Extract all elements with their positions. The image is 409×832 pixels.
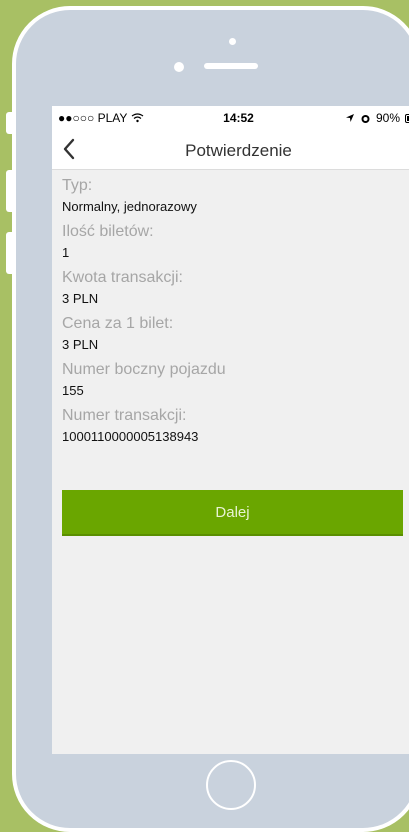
alarm-clock-icon <box>361 114 370 123</box>
earpiece-speaker <box>204 63 258 69</box>
phone-frame: ●●○○○ PLAY 14:52 90% Potwierdzenie Typ: … <box>12 6 409 832</box>
status-bar: ●●○○○ PLAY 14:52 90% <box>52 106 409 130</box>
location-arrow-icon <box>345 114 354 122</box>
navigation-bar: Potwierdzenie <box>52 130 409 170</box>
mute-switch <box>6 112 12 134</box>
field-type: Typ: Normalny, jednorazowy <box>62 176 402 222</box>
field-value: 1 <box>62 245 70 260</box>
volume-up-button <box>6 170 12 212</box>
field-label: Numer transakcji: <box>62 407 187 424</box>
field-ticket-count: Ilość biletów: 1 <box>62 222 402 268</box>
transaction-details: Typ: Normalny, jednorazowy Ilość biletów… <box>62 176 402 452</box>
page-title: Potwierdzenie <box>185 141 292 160</box>
battery-icon <box>405 113 409 123</box>
screen: ●●○○○ PLAY 14:52 90% Potwierdzenie Typ: … <box>52 106 409 754</box>
battery-percent: 90% <box>375 111 400 125</box>
field-vehicle-number: Numer boczny pojazdu 155 <box>62 360 402 406</box>
home-button[interactable] <box>206 760 256 810</box>
field-value: Normalny, jednorazowy <box>62 199 197 214</box>
proximity-sensor <box>174 62 184 72</box>
field-ticket-price: Cena za 1 bilet: 3 PLN <box>62 314 402 360</box>
field-value: 3 PLN <box>62 337 99 352</box>
field-value: 3 PLN <box>62 291 99 306</box>
field-label: Ilość biletów: <box>62 223 154 240</box>
status-right: 90% <box>345 111 409 125</box>
next-button[interactable]: Dalej <box>62 490 403 536</box>
field-label: Cena za 1 bilet: <box>62 315 174 332</box>
field-value: 155 <box>62 383 84 398</box>
field-transaction-number: Numer transakcji: 1000110000005138943 <box>62 406 402 452</box>
front-camera <box>229 38 236 45</box>
field-transaction-amount: Kwota transakcji: 3 PLN <box>62 268 402 314</box>
volume-down-button <box>6 232 12 274</box>
field-label: Kwota transakcji: <box>62 269 183 286</box>
field-label: Typ: <box>62 177 93 194</box>
field-label: Numer boczny pojazdu <box>62 361 226 378</box>
field-value: 1000110000005138943 <box>62 429 199 444</box>
